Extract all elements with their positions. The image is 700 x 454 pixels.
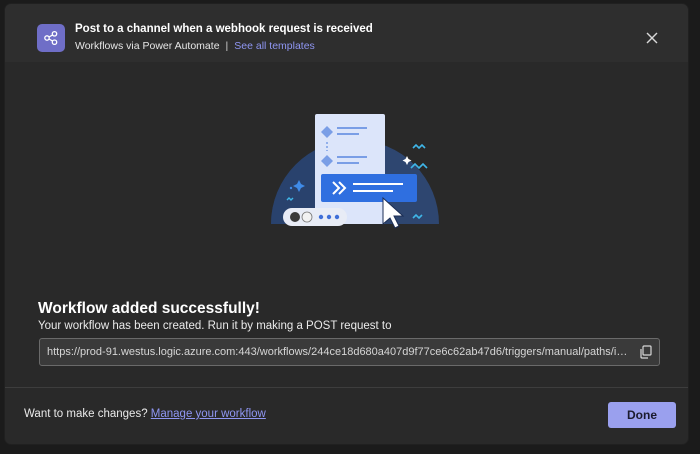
success-description: Your workflow has been created. Run it b… — [38, 320, 392, 332]
manage-workflow-link[interactable]: Manage your workflow — [151, 408, 266, 420]
workflow-dialog: Post to a channel when a webhook request… — [5, 4, 688, 444]
footer-divider — [5, 387, 688, 388]
share-nodes-icon — [37, 24, 65, 52]
footer-prompt: Want to make changes? Manage your workfl… — [24, 408, 266, 420]
separator: | — [225, 40, 229, 52]
close-icon[interactable] — [644, 30, 660, 46]
footer-prompt-text: Want to make changes? — [24, 408, 151, 420]
dialog-title: Post to a channel when a webhook request… — [75, 23, 373, 35]
dialog-header: Post to a channel when a webhook request… — [5, 4, 688, 62]
success-heading: Workflow added successfully! — [38, 300, 260, 317]
webhook-url-field[interactable]: https://prod-91.westus.logic.azure.com:4… — [39, 338, 660, 366]
dialog-subtitle: Workflows via Power Automate | See all tem… — [75, 40, 315, 52]
workflow-illustration — [263, 104, 443, 244]
done-button[interactable]: Done — [608, 402, 676, 428]
source-label: Workflows via Power Automate — [75, 40, 220, 52]
copy-icon[interactable] — [639, 345, 653, 359]
webhook-url-text[interactable]: https://prod-91.westus.logic.azure.com:4… — [47, 346, 632, 358]
see-all-templates-link[interactable]: See all templates — [234, 40, 315, 52]
